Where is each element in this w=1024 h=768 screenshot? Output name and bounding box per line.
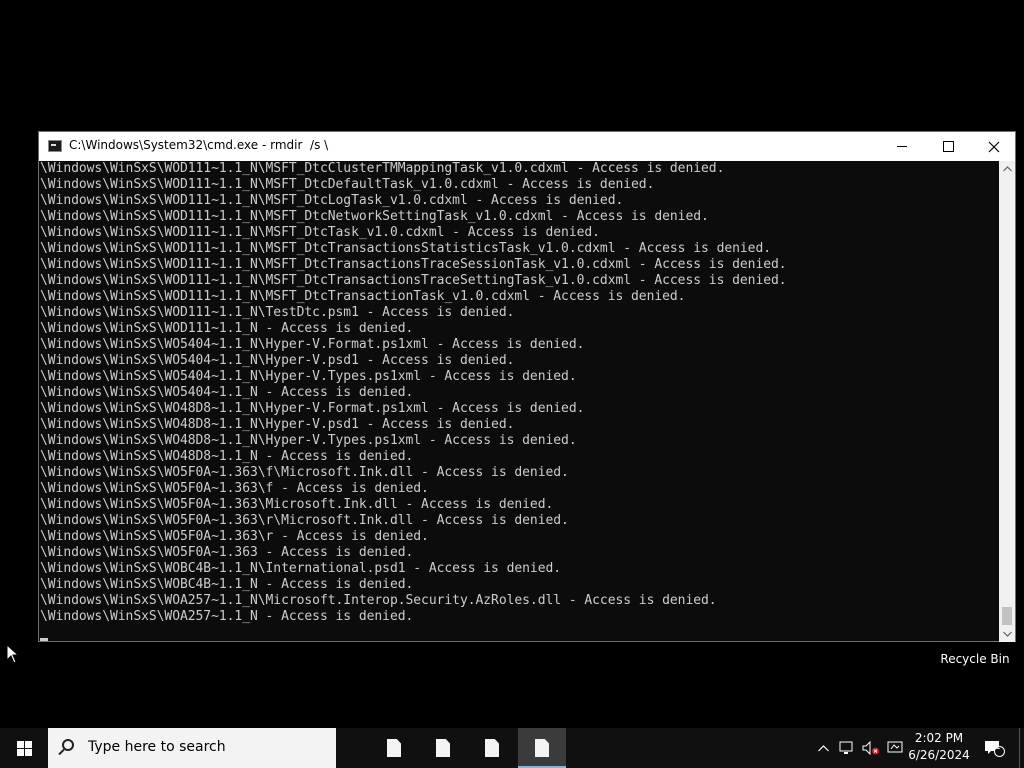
cmd-app-icon[interactable]: [48, 140, 62, 152]
notification-count: 1: [995, 742, 1001, 752]
display-settings-button[interactable]: [884, 728, 906, 768]
volume-button[interactable]: [860, 728, 882, 768]
file-icon: [485, 739, 499, 757]
search-icon: [62, 739, 74, 751]
windows-logo-icon: [16, 740, 32, 756]
console-line: \Windows\WinSxS\WOD111~1.1_N\MSFT_DtcLog…: [40, 193, 624, 208]
console-line: \Windows\WinSxS\WO5F0A~1.363\r\Microsoft…: [40, 513, 569, 528]
chevron-up-icon: [1002, 166, 1012, 172]
console-line: \Windows\WinSxS\WO5F0A~1.363\r - Access …: [40, 529, 429, 544]
console-line: \Windows\WinSxS\WO5F0A~1.363\Microsoft.I…: [40, 497, 554, 512]
taskbar-app-1[interactable]: [370, 728, 418, 768]
taskbar-search-box[interactable]: Type here to search: [48, 728, 336, 768]
file-icon: [436, 739, 450, 757]
show-desktop-button[interactable]: [1019, 728, 1024, 768]
display-icon: [887, 741, 903, 753]
console-line: \Windows\WinSxS\WO48D8~1.1_N\Hyper-V.Typ…: [40, 433, 577, 448]
cmd-window[interactable]: C:\Windows\System32\cmd.exe - rmdir /s \…: [38, 131, 1016, 642]
console-line: \Windows\WinSxS\WOD111~1.1_N\MSFT_DtcTra…: [40, 241, 772, 256]
start-button[interactable]: [0, 728, 48, 768]
chevron-up-icon: [817, 744, 829, 751]
console-line: \Windows\WinSxS\WOD111~1.1_N\MSFT_DtcNet…: [40, 209, 709, 224]
chevron-down-icon: [1002, 631, 1012, 637]
console-line: \Windows\WinSxS\WO48D8~1.1_N\Hyper-V.psd…: [40, 417, 515, 432]
taskbar-app-4-active[interactable]: [518, 728, 566, 768]
console-line: \Windows\WinSxS\WO5404~1.1_N\Hyper-V.For…: [40, 337, 585, 352]
scroll-down-button[interactable]: [999, 626, 1015, 642]
notification-icon: [985, 741, 1005, 757]
console-line: \Windows\WinSxS\WO48D8~1.1_N - Access is…: [40, 449, 414, 464]
taskbar-app-2[interactable]: [419, 728, 467, 768]
search-placeholder: Type here to search: [88, 739, 226, 755]
taskbar-clock[interactable]: 2:02 PM 6/26/2024: [904, 730, 974, 764]
console-line: \Windows\WinSxS\WOD111~1.1_N - Access is…: [40, 321, 414, 336]
title-bar[interactable]: C:\Windows\System32\cmd.exe - rmdir /s \: [39, 132, 1015, 161]
console-line: \Windows\WinSxS\WO5F0A~1.363 - Access is…: [40, 545, 414, 560]
maximize-button[interactable]: [925, 132, 971, 161]
taskbar: Type here to search 2:02 PM 6/26/2024 1: [0, 728, 1024, 768]
console-line: \Windows\WinSxS\WOD111~1.1_N\MSFT_DtcTas…: [40, 225, 600, 240]
clock-time: 2:02 PM: [914, 731, 964, 745]
console-line: \Windows\WinSxS\WO5F0A~1.363\f\Microsoft…: [40, 465, 569, 480]
console-line: \Windows\WinSxS\WOD111~1.1_N\MSFT_DtcTra…: [40, 273, 787, 288]
network-icon: [839, 741, 853, 754]
console-line: \Windows\WinSxS\WOA257~1.1_N - Access is…: [40, 609, 414, 624]
vertical-scrollbar[interactable]: [999, 161, 1015, 642]
clock-date: 6/26/2024: [908, 748, 970, 762]
console-line: \Windows\WinSxS\WOBC4B~1.1_N - Access is…: [40, 577, 414, 592]
mouse-cursor-icon: [6, 644, 20, 664]
recycle-bin-label: Recycle Bin: [940, 652, 1010, 666]
console-output[interactable]: \Windows\WinSxS\WOD111~1.1_N\MSFT_DtcClu…: [39, 161, 999, 642]
scrollbar-thumb[interactable]: [1002, 607, 1012, 625]
console-line: \Windows\WinSxS\WOA257~1.1_N\Microsoft.I…: [40, 593, 717, 608]
file-icon: [387, 739, 401, 757]
console-line: \Windows\WinSxS\WOD111~1.1_N\MSFT_DtcTra…: [40, 289, 686, 304]
console-line: \Windows\WinSxS\WO5404~1.1_N - Access is…: [40, 385, 414, 400]
console-line: \Windows\WinSxS\WO5404~1.1_N\Hyper-V.psd…: [40, 353, 515, 368]
console-line: \Windows\WinSxS\WOBC4B~1.1_N\Internation…: [40, 561, 562, 576]
taskbar-app-3[interactable]: [468, 728, 516, 768]
console-line: \Windows\WinSxS\WOD111~1.1_N\MSFT_DtcTra…: [40, 257, 787, 272]
scroll-up-button[interactable]: [999, 161, 1015, 177]
show-hidden-icons-button[interactable]: [812, 728, 834, 768]
minimize-icon: [897, 146, 907, 147]
volume-muted-icon: [862, 741, 879, 755]
console-line: \Windows\WinSxS\WOD111~1.1_N\MSFT_DtcClu…: [40, 161, 725, 176]
console-line: \Windows\WinSxS\WO48D8~1.1_N\Hyper-V.For…: [40, 401, 585, 416]
console-line: \Windows\WinSxS\WOD111~1.1_N\TestDtc.psm…: [40, 305, 515, 320]
maximize-icon: [942, 141, 954, 152]
file-icon: [535, 739, 549, 757]
text-cursor: [40, 638, 48, 641]
action-center-button[interactable]: 1: [980, 728, 1008, 768]
console-line: \Windows\WinSxS\WO5F0A~1.363\f - Access …: [40, 481, 429, 496]
window-title: C:\Windows\System32\cmd.exe - rmdir /s \: [69, 138, 329, 152]
console-line: \Windows\WinSxS\WOD111~1.1_N\MSFT_DtcDef…: [40, 177, 655, 192]
console-line: \Windows\WinSxS\WO5404~1.1_N\Hyper-V.Typ…: [40, 369, 577, 384]
close-button[interactable]: [971, 132, 1017, 161]
network-status-button[interactable]: [836, 728, 858, 768]
close-icon: [988, 141, 1000, 152]
minimize-button[interactable]: [879, 132, 925, 161]
